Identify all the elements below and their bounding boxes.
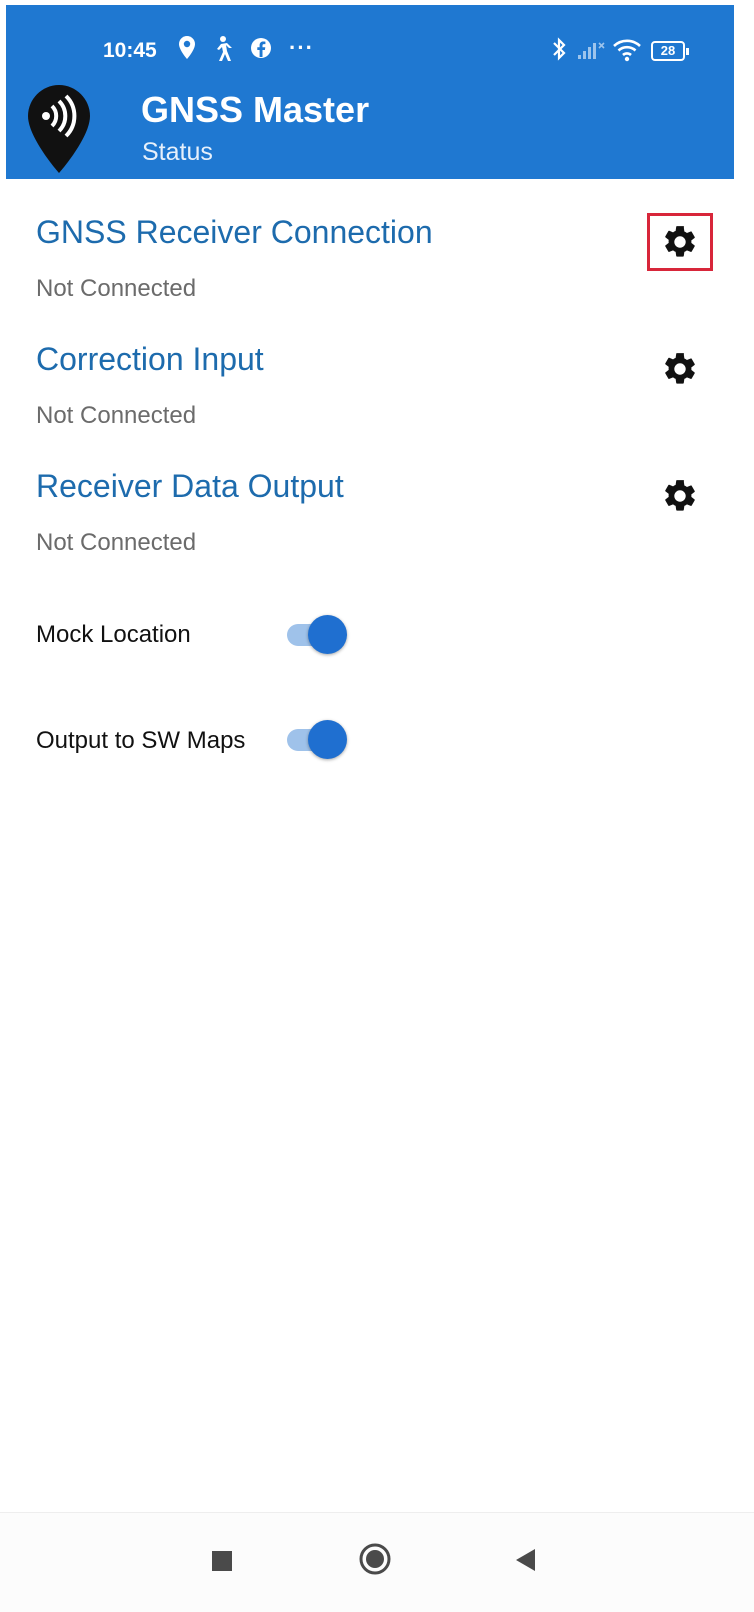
gear-icon[interactable]: [659, 348, 701, 390]
home-icon[interactable]: [358, 1542, 392, 1581]
section-status-receiver-data-output: Not Connected: [36, 529, 197, 556]
system-nav-bar: [0, 1512, 754, 1612]
gear-icon[interactable]: [659, 221, 701, 263]
gear-icon[interactable]: [659, 475, 701, 517]
app-header: 10:45 ··· 28 GNSS Master Status: [6, 5, 734, 179]
status-time: 10:45: [103, 39, 157, 62]
back-icon[interactable]: [513, 1547, 537, 1578]
section-status-gnss-receiver-connection: Not Connected: [36, 275, 197, 302]
recents-icon[interactable]: [211, 1550, 233, 1577]
wifi-icon: [612, 35, 642, 68]
facebook-icon: [250, 35, 272, 66]
app-title: GNSS Master: [141, 89, 370, 130]
section-title-gnss-receiver-connection: GNSS Receiver Connection: [36, 214, 433, 250]
section-status-correction-input: Not Connected: [36, 402, 197, 429]
mock-location-label: Mock Location: [36, 621, 191, 648]
section-title-receiver-data-output: Receiver Data Output: [36, 468, 344, 504]
gnss-pin-logo: [26, 83, 92, 180]
output-to-sw-maps-label: Output to SW Maps: [36, 727, 246, 754]
walking-icon: [212, 35, 232, 68]
status-bar: 10:45 ··· 28: [6, 5, 734, 95]
status-overflow: ···: [289, 35, 314, 60]
location-pin-icon: [178, 35, 196, 66]
signal-icon: [576, 35, 606, 68]
section-title-correction-input: Correction Input: [36, 341, 264, 377]
bluetooth-icon: [551, 35, 567, 68]
mock-location-toggle[interactable]: [287, 614, 349, 654]
app-subtitle: Status: [142, 138, 213, 166]
battery-icon: 28: [651, 41, 689, 61]
toggle-knob: [308, 615, 347, 654]
toggle-knob: [308, 720, 347, 759]
output-to-sw-maps-toggle[interactable]: [287, 719, 349, 759]
